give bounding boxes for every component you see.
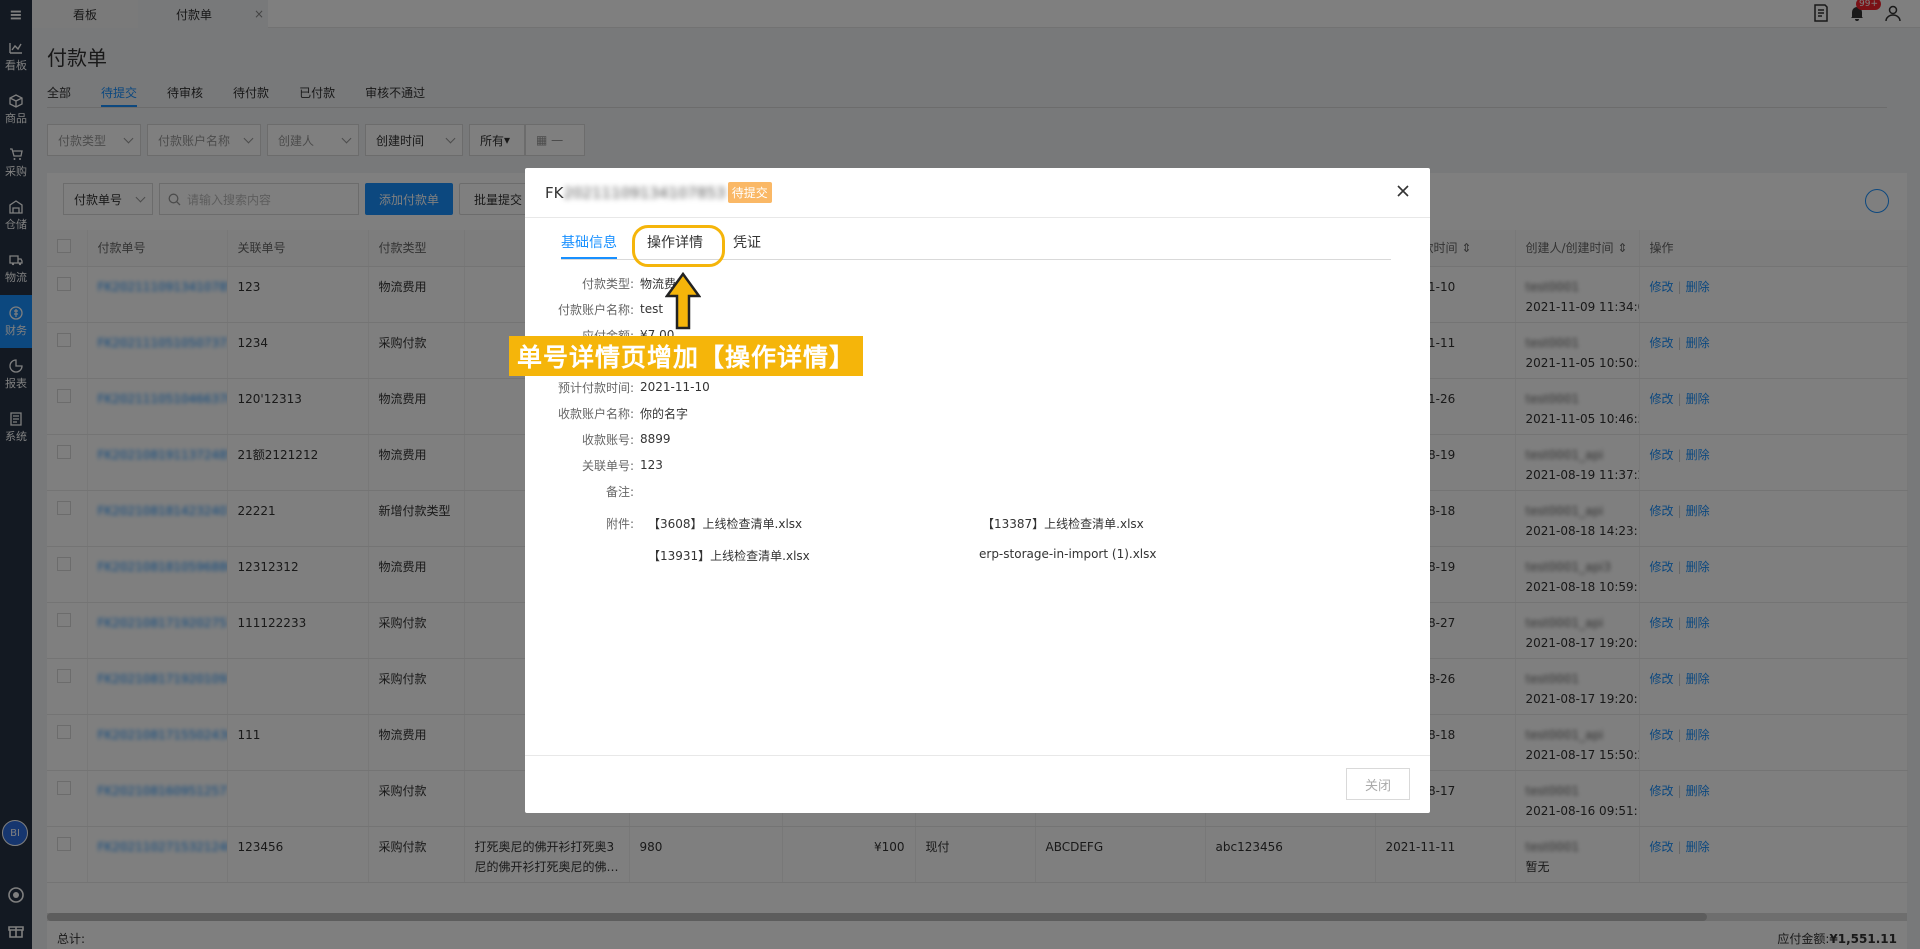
field-label: 备注: <box>605 484 634 499</box>
field-label: 预计付款时间: <box>557 380 634 395</box>
tab-voucher[interactable]: 凭证 <box>733 232 761 259</box>
modal-title-code: 20211109134107853 <box>563 183 726 202</box>
field-row: 备注: <box>525 481 640 501</box>
payment-detail-modal: FK 20211109134107853 待提交 基础信息 操作详情 凭证 付款… <box>525 168 1430 813</box>
attachment-link[interactable]: erp-storage-in-import (1).xlsx <box>979 547 1157 561</box>
annotation-caption: 单号详情页增加【操作详情】 <box>509 336 864 376</box>
modal-title-prefix: FK <box>545 183 564 202</box>
field-label: 附件: <box>605 516 634 531</box>
status-badge: 待提交 <box>727 182 772 203</box>
field-row: 关联单号: 123 <box>525 455 663 475</box>
field-label: 关联单号: <box>581 458 634 473</box>
field-row: 付款账户名称: test <box>525 299 663 319</box>
field-value: test <box>640 302 664 316</box>
highlight-ring <box>632 225 725 267</box>
tab-basic-info[interactable]: 基础信息 <box>561 232 617 259</box>
field-row: 附件: <box>525 513 640 533</box>
modal-header: FK 20211109134107853 待提交 <box>525 168 1430 218</box>
modal-footer: 关闭 <box>525 755 1430 813</box>
field-value: 2021-11-10 <box>640 380 710 394</box>
field-value: 8899 <box>640 432 671 446</box>
field-row: 收款账号: 8899 <box>525 429 671 449</box>
close-icon[interactable] <box>1394 182 1412 200</box>
field-value: 你的名字 <box>640 406 689 421</box>
close-button[interactable]: 关闭 <box>1346 768 1410 800</box>
field-row: 预计付款时间: 2021-11-10 <box>525 377 710 397</box>
field-label: 收款账号: <box>581 432 634 447</box>
attachment-link[interactable]: 【13387】上线检查清单.xlsx <box>982 515 1144 532</box>
field-label: 付款类型: <box>581 276 634 291</box>
field-label: 收款账户名称: <box>557 406 634 421</box>
field-value: 123 <box>640 458 663 472</box>
field-row: 收款账户名称: 你的名字 <box>525 403 688 423</box>
attachment-link[interactable]: 【13931】上线检查清单.xlsx <box>648 547 810 564</box>
field-row: 付款类型: 物流费用 <box>525 273 688 293</box>
field-label: 付款账户名称: <box>557 302 634 317</box>
arrow-up-icon <box>665 272 701 330</box>
attachment-link[interactable]: 【3608】上线检查清单.xlsx <box>648 515 802 532</box>
